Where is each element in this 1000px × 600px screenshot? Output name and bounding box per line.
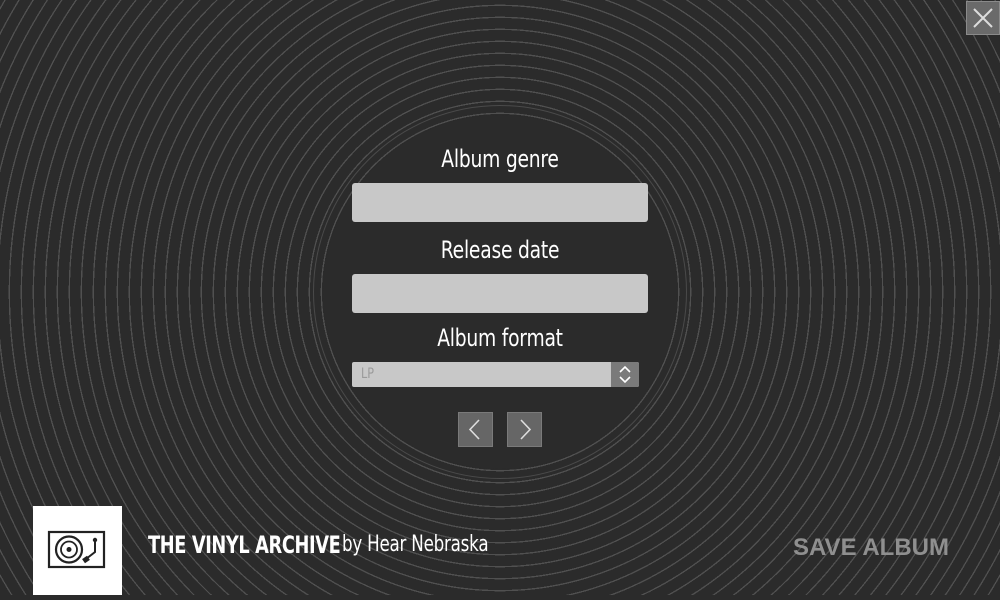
app-byline: by Hear Nebraska bbox=[342, 532, 489, 557]
previous-button[interactable] bbox=[458, 412, 493, 447]
chevron-left-icon bbox=[468, 419, 480, 440]
album-format-label: Album format bbox=[437, 324, 563, 352]
next-button[interactable] bbox=[507, 412, 542, 447]
album-genre-label: Album genre bbox=[441, 145, 559, 173]
album-format-value: LP bbox=[361, 366, 374, 382]
save-album-button[interactable]: SAVE ALBUM bbox=[793, 534, 949, 562]
album-format-select[interactable]: LP bbox=[352, 362, 639, 387]
close-icon bbox=[973, 8, 993, 28]
app-title: THE VINYL ARCHIVE bbox=[148, 531, 341, 559]
format-spinner[interactable] bbox=[611, 362, 639, 387]
release-date-input[interactable] bbox=[352, 274, 648, 313]
turntable-icon bbox=[47, 530, 106, 569]
spinner-arrows-icon bbox=[619, 365, 631, 384]
turntable-logo bbox=[33, 506, 122, 595]
album-genre-input[interactable] bbox=[352, 183, 648, 222]
release-date-label: Release date bbox=[440, 236, 560, 264]
chevron-right-icon bbox=[520, 419, 532, 440]
close-button[interactable] bbox=[966, 1, 1000, 35]
